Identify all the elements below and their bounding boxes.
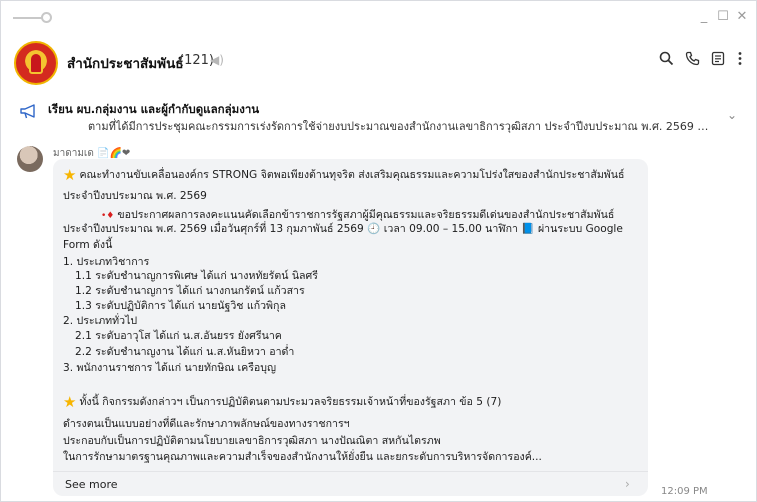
window-slider-track[interactable] <box>13 17 43 19</box>
announcement-icon <box>19 104 39 120</box>
chat-window: _ ☐ ✕ สำนักประชาสัมพันธ์ (121) ◀) เรียน … <box>0 0 757 502</box>
chevron-right-icon[interactable]: › <box>625 477 630 491</box>
group-avatar[interactable] <box>14 41 58 85</box>
emblem-icon <box>29 52 43 74</box>
title-bar: _ ☐ ✕ <box>1 1 756 35</box>
message-line: 2.1 ระดับอาวุโส ได้แก่ น.ส.อันยรร ยังศรี… <box>75 330 282 342</box>
clock-icon: 🕘 <box>367 223 381 235</box>
chat-header: สำนักประชาสัมพันธ์ (121) ◀) <box>1 37 756 89</box>
maximize-button[interactable]: ☐ <box>715 9 731 24</box>
message-line: ประจำปีงบประมาณ พ.ศ. 2569 <box>63 190 207 202</box>
message-line: 2.2 ระดับชำนาญงาน ได้แก่ น.ส.หันยิหวา อา… <box>75 346 295 358</box>
window-slider-knob[interactable] <box>41 12 52 23</box>
star-icon: ★ <box>63 166 77 184</box>
phone-icon[interactable] <box>682 51 702 70</box>
sender-emoji-icons: 📄🌈❤ <box>97 148 131 159</box>
minimize-button[interactable]: _ <box>696 9 712 24</box>
message-line: Form ดังนี้ <box>63 239 113 251</box>
see-more-link[interactable]: See more <box>65 478 118 491</box>
message-bubble[interactable]: ★ คณะทำงานขับเคลื่อนองค์กร STRONG จิตพอเพ… <box>53 159 648 496</box>
star-icon: ★ <box>63 393 77 411</box>
message-timestamp: 12:09 PM <box>661 486 708 497</box>
close-button[interactable]: ✕ <box>734 9 750 24</box>
member-count: (121) <box>179 53 214 68</box>
message-line: ดำรงตนเป็นแบบอย่างที่ดีและรักษาภาพลักษณ์… <box>63 418 350 430</box>
book-icon: 📘 <box>521 223 535 235</box>
message-line: ประกอบกับเป็นการปฏิบัติตามนโยบายเลขาธิกา… <box>63 435 441 447</box>
pinned-announcement[interactable]: เรียน ผบ.กลุ่มงาน และผู้กำกับดูแลกลุ่มงา… <box>1 96 756 140</box>
chevron-down-icon[interactable]: ⌄ <box>727 108 737 122</box>
announcement-body: ตามที่ได้มีการประชุมคณะกรรมการเร่งรัดการ… <box>88 120 713 133</box>
sender-name-text: มาดามเด <box>53 148 94 159</box>
message-line: ประจำปีงบประมาณ พ.ศ. 2569 เมื่อวันศุกร์ท… <box>63 223 623 235</box>
chat-title[interactable]: สำนักประชาสัมพันธ์ <box>67 52 184 74</box>
message-line: ★ คณะทำงานขับเคลื่อนองค์กร STRONG จิตพอเพ… <box>63 166 625 184</box>
message-line: ★ ทั้งนี้ กิจกรรมดังกล่าวฯ เป็นการปฏิบัติ… <box>63 393 502 411</box>
message-line: ในการรักษามาตรฐานคุณภาพและความสำเร็จของส… <box>63 451 542 463</box>
notes-icon[interactable] <box>708 51 728 70</box>
mute-icon: ◀) <box>210 53 224 67</box>
search-icon[interactable] <box>656 51 676 70</box>
sender-avatar[interactable] <box>17 146 43 172</box>
message-line: 3. พนักงานราชการ ได้แก่ นายทักษิณ เครือบ… <box>63 362 277 374</box>
see-more-row[interactable]: See more › <box>53 471 648 496</box>
more-vertical-icon[interactable] <box>730 51 750 70</box>
